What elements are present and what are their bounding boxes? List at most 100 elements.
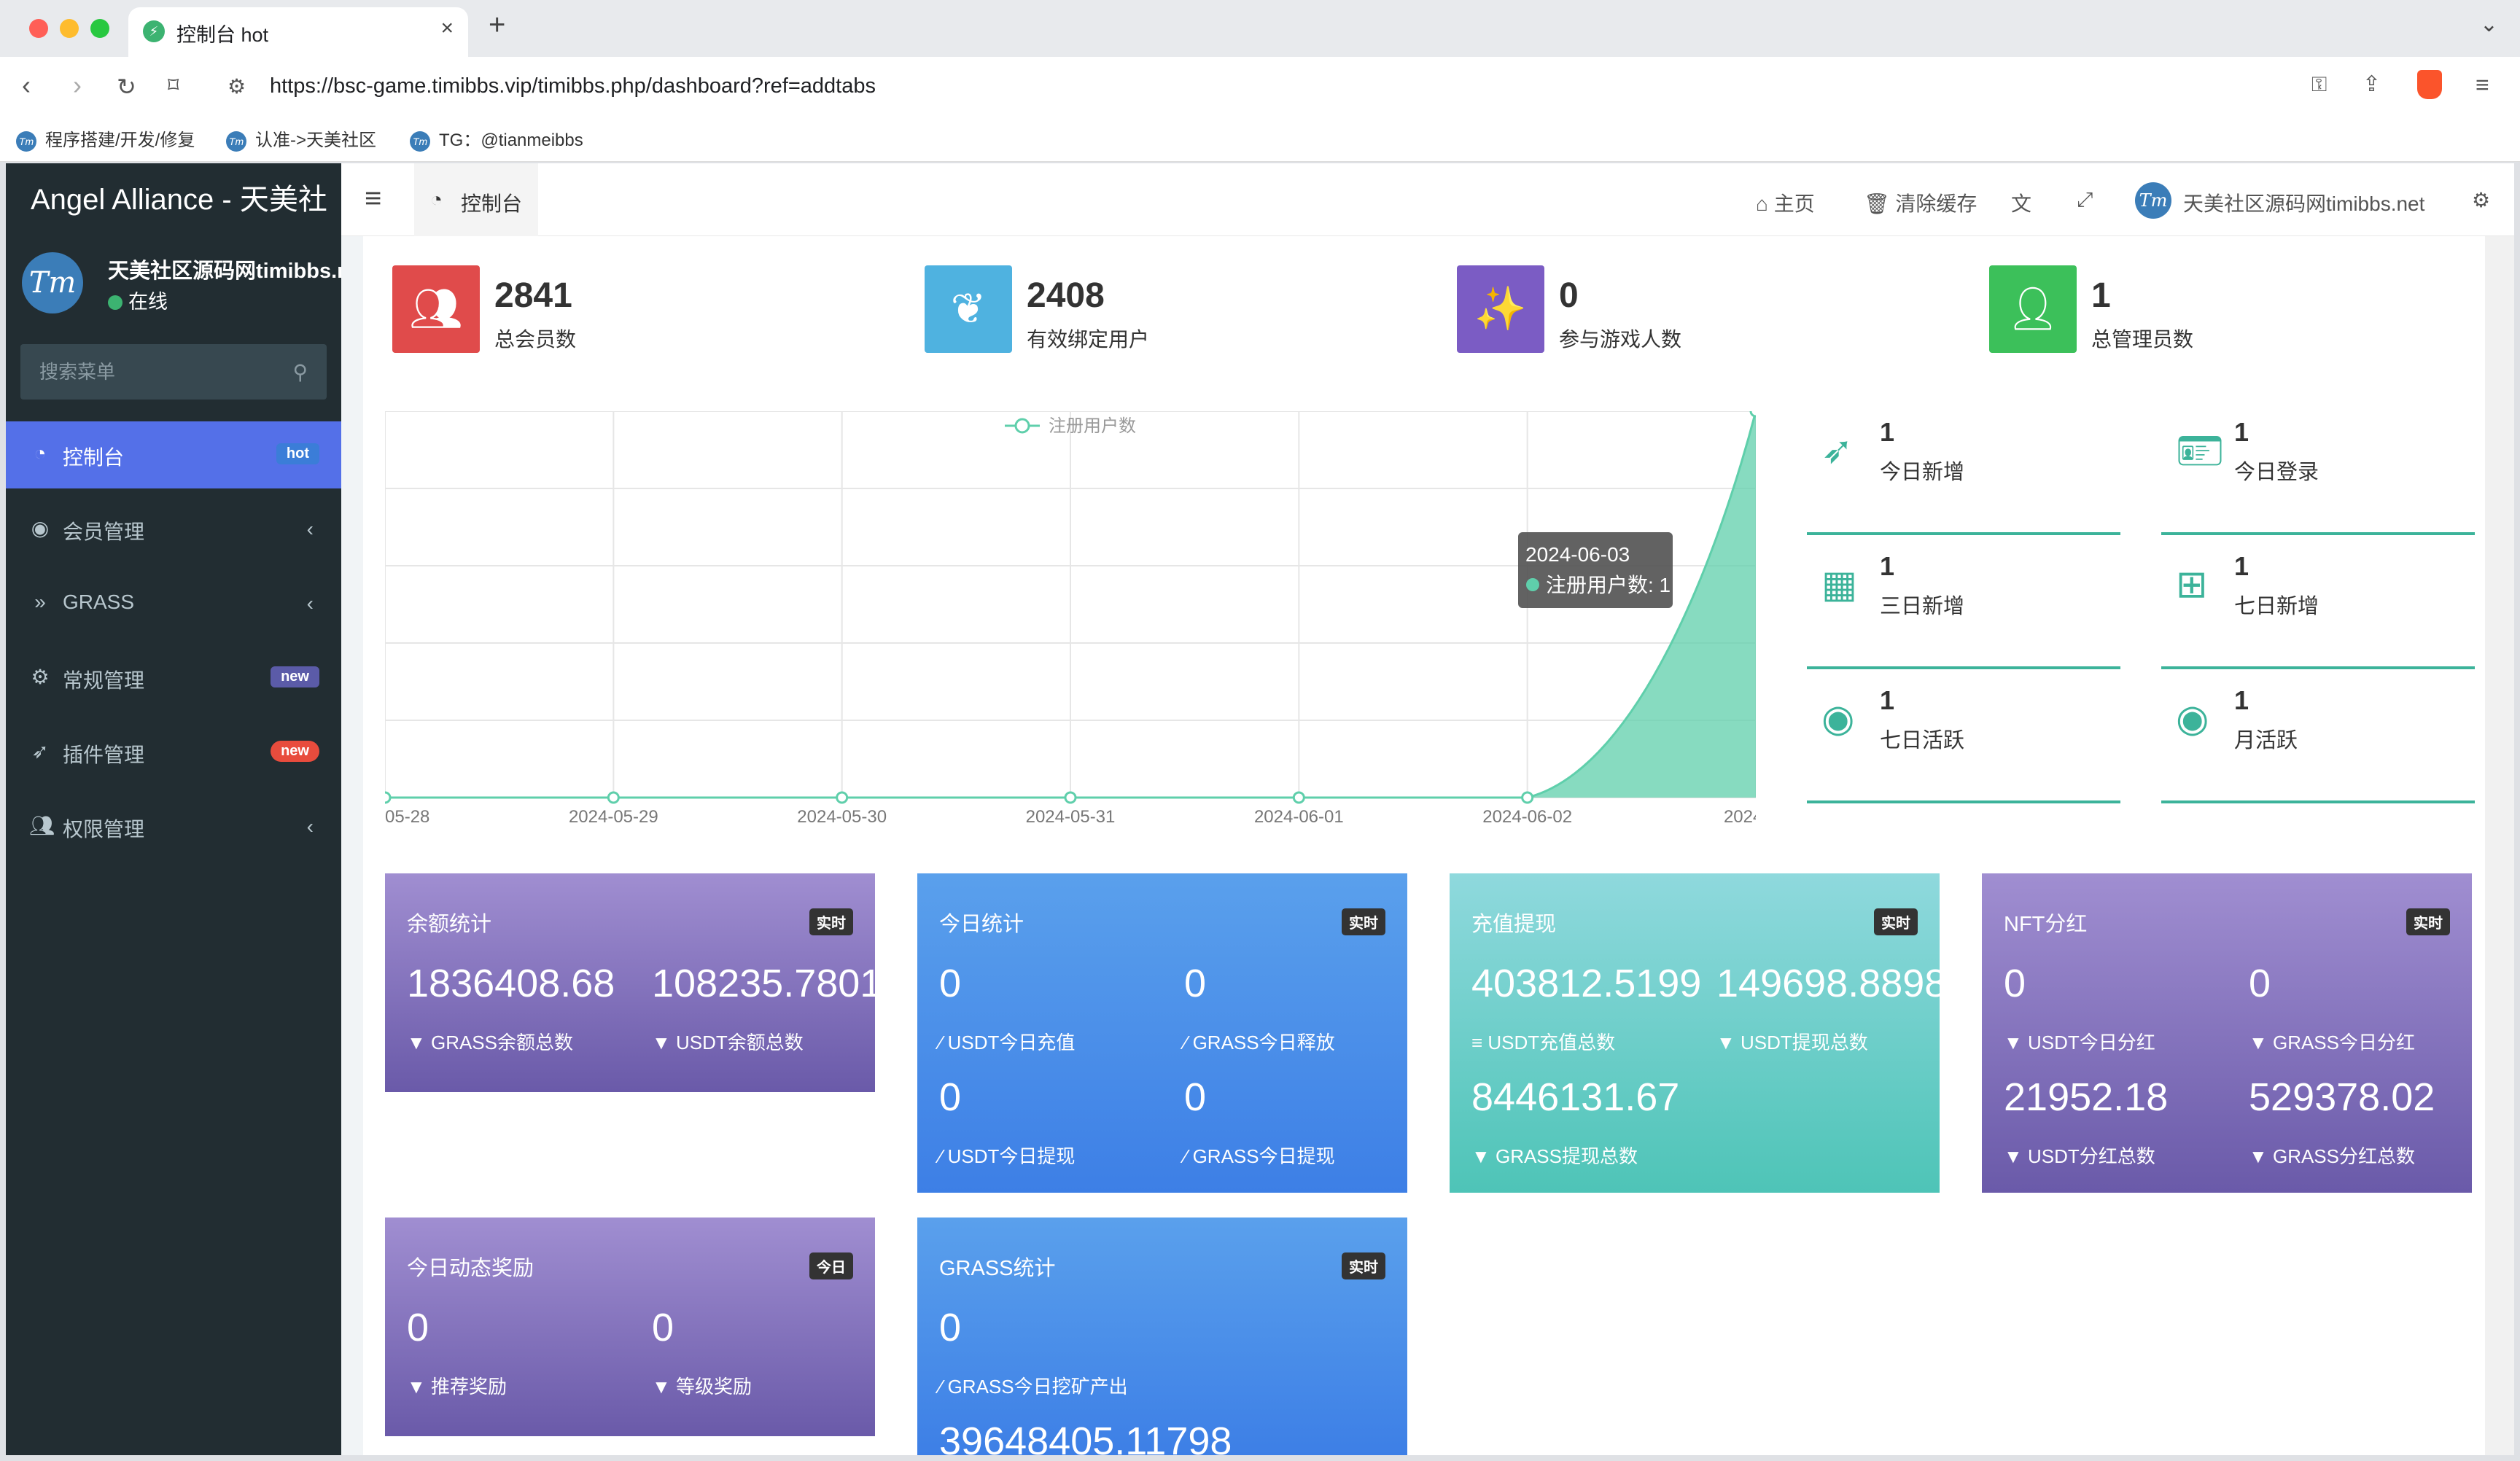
bookmark-item[interactable]: Tm 程序搭建/开发/修复 [16, 125, 195, 152]
filter-icon: ▼ [1716, 1032, 1735, 1053]
x-tick-label: 2024-06-01 [1254, 807, 1344, 827]
user-status: 在线 [108, 286, 168, 314]
x-tick-label: 2024-06-02 [1482, 807, 1572, 827]
kpi-today-login: 🪪︎ 1 今日登录 [2161, 413, 2475, 535]
address-bar[interactable]: ⚙ https://bsc-game.timibbs.vip/timibbs.p… [211, 64, 2435, 109]
tooltip-title: 2024-06-03 [1525, 543, 1630, 566]
bookmarks-bar: Tm 程序搭建/开发/修复 Tm 认准->天美社区 Tm TG：@tianmeibbs [0, 117, 2520, 162]
back-icon[interactable]: ‹ [22, 70, 31, 101]
online-dot-icon [108, 295, 122, 310]
kpi-seven-day-new: ⊞ 1 七日新增 [2161, 547, 2475, 669]
user-name: 天美社区源码网timibbs.net [108, 260, 341, 283]
tab-strip: ⚡ 控制台 hot × + ⌄ [0, 0, 2520, 57]
close-window-button[interactable] [29, 19, 48, 38]
new-tab-icon[interactable]: + [489, 9, 505, 42]
sidebar-item-plugins[interactable]: ➶ 插件管理 new [6, 719, 341, 786]
card-grass-stats: GRASS统计 实时 0 ⁄ GRASS今日挖矿产出 39648405.1179… [917, 1218, 1407, 1455]
data-point [385, 791, 392, 804]
bookmark-favicon-icon: Tm [16, 130, 36, 152]
settings-gears-icon[interactable]: ⚙ [2472, 188, 2490, 212]
user-icon: 👤︎ [1989, 265, 2077, 353]
minimize-window-button[interactable] [60, 19, 79, 38]
dashboard-icon: ◔ [430, 188, 443, 211]
sidebar-item-grass[interactable]: » GRASS ‹ [6, 570, 341, 637]
tab-list-chevron-icon[interactable]: ⌄ [2480, 12, 2498, 37]
realtime-badge: 实时 [2406, 908, 2450, 935]
clear-cache-link[interactable]: 🗑︎ 清除缓存 [1864, 188, 1977, 217]
user-circle-icon: ◉ [2176, 698, 2209, 740]
scrollbar[interactable] [2485, 236, 2514, 1455]
browser-window: ⚡ 控制台 hot × + ⌄ ‹ › ↻ ⌑ ⚙ https://bsc-ga… [0, 0, 2520, 1461]
brave-shield-icon[interactable] [2417, 70, 2442, 99]
users-icon: 👥︎ [29, 814, 55, 837]
translate-icon[interactable]: 文 [2011, 188, 2031, 217]
stat-game-players: ✨ 0 参与游戏人数 [1457, 265, 1967, 353]
sidebar-item-general[interactable]: ⚙ 常规管理 new [6, 644, 341, 712]
sidebar-item-dashboard[interactable]: ◔ 控制台 hot [6, 421, 341, 488]
bookmark-item[interactable]: Tm TG：@tianmeibbs [410, 125, 583, 152]
bookmark-item[interactable]: Tm 认准->天美社区 [226, 125, 376, 152]
brand-title[interactable]: Angel Alliance - 天美社 [6, 163, 341, 236]
data-point [1521, 791, 1534, 804]
user-circle-icon: ◉ [31, 517, 50, 539]
new-badge: new [271, 666, 319, 687]
chevron-left-icon: ‹ [306, 518, 314, 540]
data-point [607, 791, 620, 804]
legend-label: 注册用户数 [1049, 416, 1136, 436]
user-panel: Tm 天美社区源码网timibbs.net 在线 [6, 236, 341, 331]
bookmark-icon[interactable]: ⌑ [168, 73, 179, 98]
site-settings-icon[interactable]: ⚙ [228, 74, 246, 98]
url-text[interactable]: https://bsc-game.timibbs.vip/timibbs.php… [270, 74, 876, 98]
filter-icon: ▼ [2004, 1145, 2023, 1167]
zoom-window-button[interactable] [90, 19, 109, 38]
chevron-left-icon: ‹ [306, 815, 314, 838]
realtime-badge: 实时 [1342, 908, 1385, 935]
x-tick-label: 2024-05-31 [1026, 807, 1116, 827]
key-icon[interactable]: ⚿ [2311, 73, 2327, 97]
calendar-plus-icon: ⊞ [2176, 564, 2208, 606]
menu-search-input[interactable] [20, 344, 283, 400]
legend-marker [1014, 418, 1030, 434]
card-balance: 余额统计 实时 1836408.68 ▼ GRASS余额总数 108235.78… [385, 873, 875, 1092]
bookmark-favicon-icon: Tm [410, 130, 430, 152]
bookmark-favicon-icon: Tm [226, 130, 246, 152]
tooltip-value: 注册用户数: 1 [1546, 574, 1671, 596]
tab-dashboard[interactable]: ◔ 控制台 [414, 163, 538, 236]
card-nft-dividend: NFT分红 实时 0 ▼ USDT今日分红 0 ▼ GRASS今日分红 2195… [1982, 873, 2472, 1193]
sidebar-item-members[interactable]: ◉ 会员管理 ‹ [6, 496, 341, 563]
hamburger-icon[interactable]: ≡ [365, 182, 381, 215]
kpi-three-day-new: ▦ 1 三日新增 [1807, 547, 2120, 669]
browser-tab[interactable]: ⚡ 控制台 hot × [128, 7, 468, 57]
tab-close-icon[interactable]: × [440, 16, 454, 41]
fullscreen-icon[interactable]: ⤢ [2077, 188, 2093, 212]
data-point [1749, 411, 1756, 418]
card-deposit-withdraw: 充值提现 实时 403812.5199 ≡ USDT充值总数 149698.88… [1450, 873, 1940, 1193]
registration-chart: 05-28 2024-05-29 2024-05-30 2024-05-31 2024-… [385, 411, 1756, 827]
magic-wand-icon: ⁄ [939, 1145, 943, 1167]
x-tick-label: 2024-05-30 [797, 807, 887, 827]
tab-favicon-icon: ⚡ [143, 20, 165, 42]
realtime-badge: 实时 [1874, 908, 1918, 935]
reload-icon[interactable]: ↻ [117, 73, 136, 101]
id-card-icon: 🪪︎ [2176, 430, 2225, 472]
forward-icon[interactable]: › [73, 70, 82, 101]
today-badge: 今日 [809, 1252, 853, 1279]
stat-admins: 👤︎ 1 总管理员数 [1989, 265, 2500, 353]
filter-icon: ▼ [407, 1376, 426, 1398]
menu-search: ⚲ [20, 344, 327, 400]
kpi-seven-day-active: ◉ 1 七日活跃 [1807, 681, 2120, 803]
stat-total-members: 👥︎ 2841 总会员数 [392, 265, 903, 353]
sidebar-item-permissions[interactable]: 👥︎ 权限管理 ‹ [6, 793, 341, 860]
stat-bound-users: ❦ 2408 有效绑定用户 [925, 265, 1435, 353]
search-icon[interactable]: ⚲ [292, 360, 308, 384]
magic-wand-icon: ⁄ [939, 1032, 943, 1053]
share-icon[interactable]: ⇪ [2362, 71, 2381, 97]
x-tick-label: 2024-06 [1724, 807, 1756, 827]
home-link[interactable]: ⌂ 主页 [1756, 188, 1815, 217]
site-name[interactable]: 天美社区源码网timibbs.net [2183, 188, 2424, 217]
magic-wand-icon: ⁄ [939, 1376, 943, 1398]
calendar-icon: ▦ [1821, 564, 1858, 606]
tooltip-dot [1526, 578, 1539, 591]
avatar[interactable]: Tm [2135, 182, 2171, 219]
menu-icon[interactable]: ≡ [2476, 71, 2489, 98]
